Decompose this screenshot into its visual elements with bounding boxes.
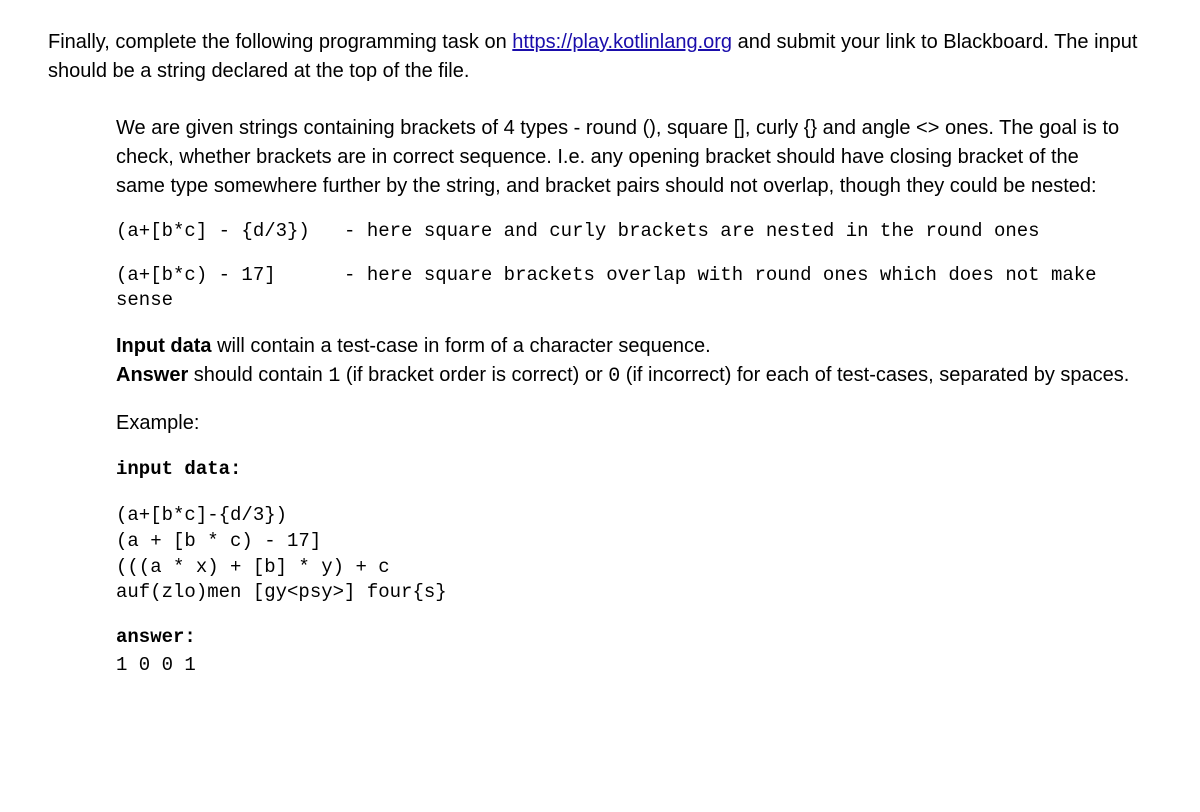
answer-mid2: (if incorrect) for each of test-cases, s… [620,364,1129,386]
answer-rest-before: should contain [188,364,328,386]
answer-label: Answer [116,364,188,386]
input-data-heading: input data: [116,456,1132,484]
task-body: We are given strings containing brackets… [116,114,1132,679]
answer-heading: answer: [116,624,1132,652]
code-one: 1 [328,365,340,388]
answer-mid1: (if bracket order is correct) or [340,364,608,386]
answer-value: 1 0 0 1 [116,652,1132,680]
playground-link[interactable]: https://play.kotlinlang.org [512,31,732,53]
intro-paragraph: Finally, complete the following programm… [48,28,1152,86]
code-zero: 0 [608,365,620,388]
example-incorrect: (a+[b*c) - 17] - here square brackets ov… [116,263,1132,314]
spec-paragraph: Input data will contain a test-case in f… [116,332,1132,391]
task-description: We are given strings containing brackets… [116,114,1132,201]
example-heading: Example: [116,409,1132,438]
input-data-label: Input data [116,335,212,357]
input-block: (a+[b*c]-{d/3}) (a + [b * c) - 17] (((a … [116,503,1132,606]
input-data-rest: will contain a test-case in form of a ch… [212,335,711,357]
example-correct: (a+[b*c] - {d/3}) - here square and curl… [116,219,1132,245]
intro-before: Finally, complete the following programm… [48,31,512,53]
